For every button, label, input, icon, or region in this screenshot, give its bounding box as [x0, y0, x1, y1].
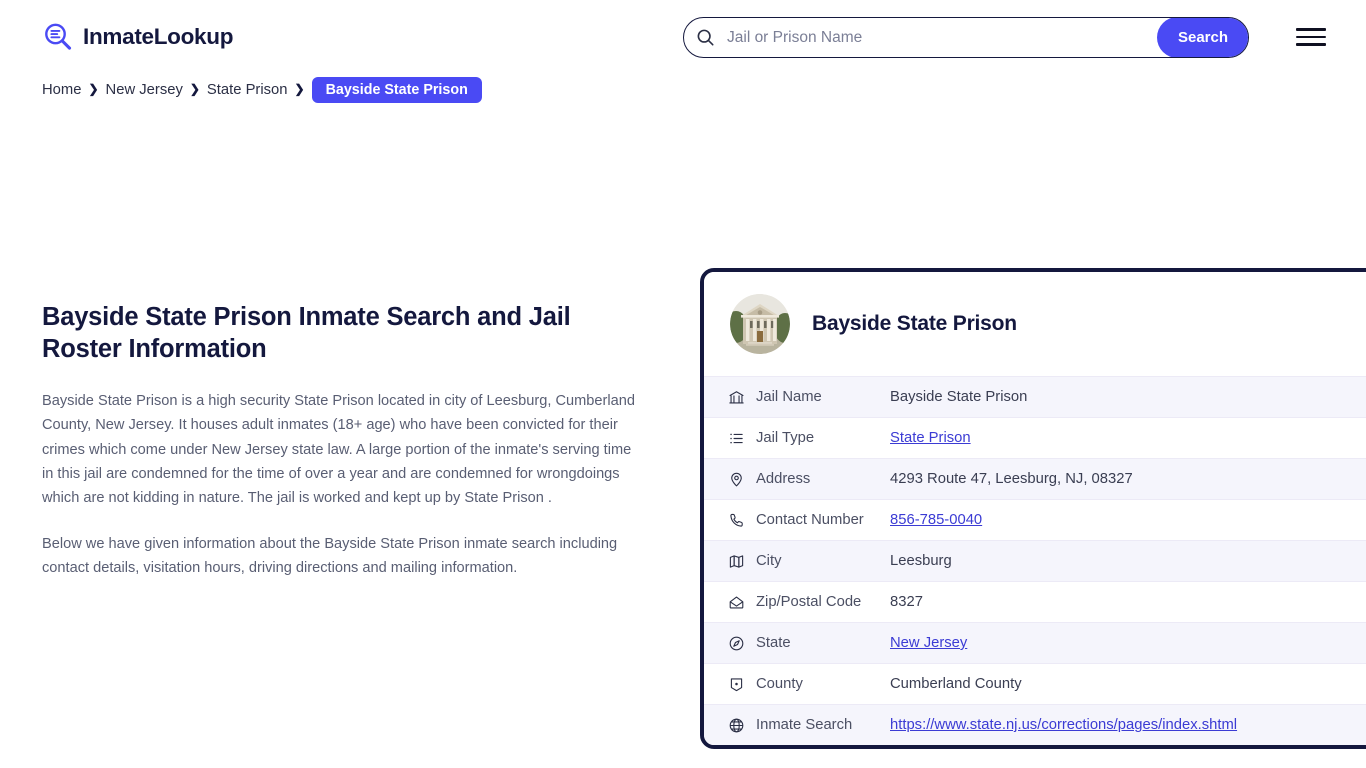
table-row: Address 4293 Route 47, Leesburg, NJ, 083… — [704, 458, 1366, 499]
hamburger-line — [1296, 43, 1326, 46]
table-row: Contact Number 856-785-0040 — [704, 499, 1366, 540]
magnifier-list-icon — [42, 21, 74, 53]
article-column: Bayside State Prison Inmate Search and J… — [42, 301, 642, 580]
row-value-link[interactable]: New Jersey — [890, 635, 967, 651]
page-title: Bayside State Prison Inmate Search and J… — [42, 303, 571, 364]
row-label: County — [756, 676, 803, 692]
table-row: Jail Name Bayside State Prison — [704, 376, 1366, 417]
row-value-link[interactable]: 856-785-0040 — [890, 512, 982, 528]
table-row: City Leesburg — [704, 540, 1366, 581]
envelope-icon — [728, 594, 756, 611]
row-label: Jail Type — [756, 430, 815, 446]
row-label: Contact Number — [756, 512, 864, 528]
county-icon — [728, 676, 756, 693]
site-logo[interactable]: InmateLookup — [42, 21, 233, 53]
chevron-right-icon: ❯ — [294, 81, 305, 96]
row-label: Zip/Postal Code — [756, 594, 862, 610]
article-paragraph-1: Bayside State Prison is a high security … — [42, 393, 635, 506]
table-row: Jail Type State Prison — [704, 417, 1366, 458]
bank-icon — [728, 389, 756, 406]
breadcrumb-item-state-prison[interactable]: State Prison — [207, 82, 288, 98]
row-label: City — [756, 553, 782, 569]
phone-icon — [728, 512, 756, 529]
row-label: State — [756, 635, 791, 651]
hamburger-icon[interactable] — [1296, 24, 1326, 50]
chevron-right-icon: ❯ — [189, 81, 200, 96]
map-icon — [728, 553, 756, 570]
compass-icon — [728, 635, 756, 652]
breadcrumb-item-current: Bayside State Prison — [311, 76, 482, 103]
row-value: 8327 — [890, 594, 923, 610]
facility-info-card: Bayside State Prison Jail Name Bayside S… — [700, 268, 1366, 749]
map-pin-icon — [728, 471, 756, 488]
table-row: Inmate Search https://www.state.nj.us/co… — [704, 704, 1366, 745]
prison-building-photo — [730, 294, 790, 354]
facility-card-title: Bayside State Prison — [812, 312, 1017, 335]
breadcrumb: Home ❯ New Jersey ❯ State Prison ❯ Baysi… — [42, 74, 1366, 103]
row-label: Address — [756, 471, 811, 487]
table-row: State New Jersey — [704, 622, 1366, 663]
search-bar[interactable]: Search — [683, 17, 1249, 58]
table-row: Zip/Postal Code 8327 — [704, 581, 1366, 622]
site-header: InmateLookup Search — [0, 0, 1366, 74]
row-value-link[interactable]: https://www.state.nj.us/corrections/page… — [890, 717, 1237, 733]
breadcrumb-item-new-jersey[interactable]: New Jersey — [106, 82, 183, 98]
search-input[interactable] — [718, 18, 1158, 57]
facility-card-header: Bayside State Prison — [704, 272, 1366, 376]
row-value: Leesburg — [890, 553, 952, 569]
hamburger-line — [1296, 35, 1326, 39]
search-icon — [684, 18, 718, 57]
row-label: Jail Name — [756, 389, 822, 405]
breadcrumb-item-home[interactable]: Home — [42, 82, 81, 98]
row-value: 4293 Route 47, Leesburg, NJ, 08327 — [890, 471, 1133, 487]
list-icon — [728, 430, 756, 447]
row-value: Bayside State Prison — [890, 389, 1028, 405]
article-paragraph-2: Below we have given information about th… — [42, 535, 618, 577]
globe-icon — [728, 717, 756, 734]
brand-name: InmateLookup — [83, 24, 234, 49]
search-button[interactable]: Search — [1157, 18, 1248, 57]
row-value-link[interactable]: State Prison — [890, 430, 971, 446]
chevron-right-icon: ❯ — [88, 81, 99, 96]
hamburger-line — [1296, 28, 1326, 31]
table-row: County Cumberland County — [704, 663, 1366, 704]
main-content: Bayside State Prison Inmate Search and J… — [0, 102, 1366, 768]
row-value: Cumberland County — [890, 676, 1022, 692]
row-label: Inmate Search — [756, 717, 853, 733]
